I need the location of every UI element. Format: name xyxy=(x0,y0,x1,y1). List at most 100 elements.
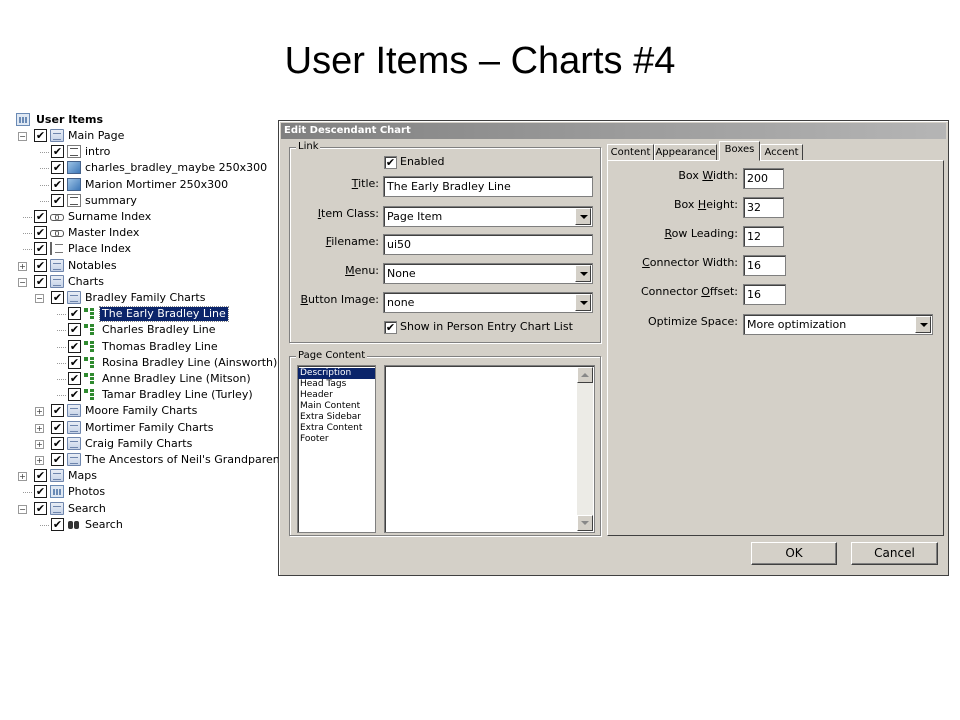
page-content-item[interactable]: Head Tags xyxy=(298,379,375,390)
tree-item-label[interactable]: Mortimer Family Charts xyxy=(83,421,215,435)
tree-item-label[interactable]: Craig Family Charts xyxy=(83,437,194,451)
tree-item[interactable]: ✔ Tamar Bradley Line (Turley) xyxy=(14,387,276,403)
tree-item-label[interactable]: Place Index xyxy=(66,242,133,256)
tree-item-label[interactable]: intro xyxy=(83,145,112,159)
tree-item-label[interactable]: The Early Bradley Line xyxy=(99,306,229,323)
tree-item-label[interactable]: Notables xyxy=(66,259,119,273)
tree-item-label[interactable]: Rosina Bradley Line (Ainsworth) xyxy=(100,356,279,370)
tree-item-checkbox[interactable]: ✔ xyxy=(51,453,64,466)
tree-item-checkbox[interactable]: ✔ xyxy=(51,517,64,531)
tab-content[interactable]: Content xyxy=(607,144,654,161)
chevron-down-icon[interactable] xyxy=(575,208,591,225)
collapse-icon[interactable]: − xyxy=(35,294,44,303)
chevron-down-icon[interactable] xyxy=(575,294,591,311)
tree-item-checkbox[interactable]: ✔ xyxy=(68,339,81,353)
tree-item[interactable]: ✔ Master Index xyxy=(14,225,276,241)
chevron-down-icon[interactable] xyxy=(915,316,931,333)
tree-item-checkbox[interactable]: ✔ xyxy=(34,226,47,240)
tree-item[interactable]: ✔ Place Index xyxy=(14,241,276,257)
show-in-list-checkbox[interactable]: ✔ xyxy=(384,321,397,334)
row-leading-field[interactable]: 12 xyxy=(743,226,784,247)
scroll-down-icon[interactable] xyxy=(577,515,593,531)
tree-item-label[interactable]: Charles Bradley Line xyxy=(100,323,218,337)
tree-item-label[interactable]: Thomas Bradley Line xyxy=(100,340,220,354)
ok-button[interactable]: OK xyxy=(751,542,837,565)
tree-item-label[interactable]: Search xyxy=(83,518,125,532)
tree-item-checkbox[interactable]: ✔ xyxy=(68,388,81,402)
item-class-select[interactable]: Page Item xyxy=(383,206,593,227)
tree-item-checkbox[interactable]: ✔ xyxy=(68,355,81,369)
tree-item[interactable]: ✔ Charles Bradley Line xyxy=(14,322,276,338)
tree-item-checkbox[interactable]: ✔ xyxy=(51,193,64,207)
tree-item[interactable]: ✔ Surname Index xyxy=(14,209,276,225)
tree-item-checkbox[interactable]: ✔ xyxy=(51,420,64,434)
tree-item[interactable]: ✔ Anne Bradley Line (Mitson) xyxy=(14,371,276,387)
tree-item-checkbox[interactable]: ✔ xyxy=(34,485,47,499)
tree-item-label[interactable]: Photos xyxy=(66,485,107,499)
page-content-item[interactable]: Footer xyxy=(298,434,375,445)
collapse-icon[interactable]: − xyxy=(18,277,27,287)
button-image-select[interactable]: none xyxy=(383,292,593,313)
page-content-item[interactable]: Extra Content xyxy=(298,423,375,434)
enabled-checkbox[interactable]: ✔ xyxy=(384,156,397,169)
expand-icon[interactable]: + xyxy=(35,456,44,465)
tree-item-checkbox[interactable]: ✔ xyxy=(51,177,64,191)
tree-item-checkbox[interactable]: ✔ xyxy=(68,323,81,337)
tree-item[interactable]: ✔ The Early Bradley Line xyxy=(14,306,276,323)
tree-item[interactable]: ✔ Photos xyxy=(14,484,276,500)
tree-item-checkbox[interactable]: ✔ xyxy=(34,469,47,483)
tree-item-checkbox[interactable]: ✔ xyxy=(34,129,47,142)
expand-icon[interactable]: + xyxy=(35,407,44,417)
connector-width-field[interactable]: 16 xyxy=(743,255,786,276)
tree-item-checkbox[interactable]: ✔ xyxy=(34,242,47,256)
title-field[interactable]: The Early Bradley Line xyxy=(383,176,593,197)
tree-item[interactable]: + ✔ Mortimer Family Charts xyxy=(14,420,276,436)
tree-item-checkbox[interactable]: ✔ xyxy=(51,145,64,159)
page-content-list[interactable]: Description Head Tags Header Main Content Ex… xyxy=(297,365,376,533)
tree-item[interactable]: − ✔ Charts xyxy=(14,274,276,290)
tree-item-label[interactable]: Bradley Family Charts xyxy=(83,291,207,305)
editor-scrollbar[interactable] xyxy=(577,367,593,531)
tree-item-label[interactable]: Master Index xyxy=(66,226,141,240)
expand-icon[interactable]: + xyxy=(35,439,44,449)
tree-item-label[interactable]: Maps xyxy=(66,469,99,483)
cancel-button[interactable]: Cancel xyxy=(851,542,938,565)
tree-item[interactable]: − ✔ Main Page xyxy=(14,128,276,144)
collapse-icon[interactable]: − xyxy=(18,504,27,514)
scroll-up-icon[interactable] xyxy=(577,367,593,383)
tree-item-checkbox[interactable]: ✔ xyxy=(34,274,47,288)
tree-item[interactable]: ✔ summary xyxy=(14,193,276,209)
tree-item[interactable]: ✔ Marion Mortimer 250x300 xyxy=(14,177,276,193)
tree-item[interactable]: ✔ charles_bradley_maybe 250x300 xyxy=(14,160,276,176)
tree-item-checkbox[interactable]: ✔ xyxy=(34,501,47,515)
tree-item[interactable]: + ✔ The Ancestors of Neil's Grandparents xyxy=(14,452,290,468)
tree-item-checkbox[interactable]: ✔ xyxy=(51,161,64,175)
menu-select[interactable]: None xyxy=(383,263,593,284)
chevron-down-icon[interactable] xyxy=(575,265,591,282)
tree-item[interactable]: ✔ Rosina Bradley Line (Ainsworth) xyxy=(14,355,279,371)
box-height-field[interactable]: 32 xyxy=(743,197,784,218)
tree-item[interactable]: − ✔ Search xyxy=(14,501,276,517)
tree-item-label[interactable]: Moore Family Charts xyxy=(83,404,199,418)
tree-item-label[interactable]: The Ancestors of Neil's Grandparents xyxy=(83,453,292,467)
optimize-space-select[interactable]: More optimization xyxy=(743,314,933,335)
tree-item[interactable]: ✔ Thomas Bradley Line xyxy=(14,339,276,355)
tree-item-label[interactable]: Marion Mortimer 250x300 xyxy=(83,178,230,192)
page-content-item[interactable]: Header xyxy=(298,390,375,401)
tree-item-label[interactable]: summary xyxy=(83,194,139,208)
page-content-item[interactable]: Main Content xyxy=(298,401,375,412)
tab-accent[interactable]: Accent xyxy=(760,144,803,161)
tree-item[interactable]: − ✔ Bradley Family Charts xyxy=(14,290,276,306)
expand-icon[interactable]: + xyxy=(18,472,27,482)
tree-item-checkbox[interactable]: ✔ xyxy=(51,436,64,450)
tree-item[interactable]: ✔ intro xyxy=(14,144,276,160)
tree-item-label[interactable]: Search xyxy=(66,502,108,516)
box-width-field[interactable]: 200 xyxy=(743,168,784,189)
tree-item[interactable]: ✔ Search xyxy=(14,517,276,533)
tree-item-label[interactable]: Main Page xyxy=(66,129,126,143)
page-content-item[interactable]: Description xyxy=(298,368,375,379)
tree-item-label[interactable]: charles_bradley_maybe 250x300 xyxy=(83,161,269,175)
tree-item[interactable]: + ✔ Craig Family Charts xyxy=(14,436,276,452)
tree-item[interactable]: + ✔ Maps xyxy=(14,468,276,484)
tree-item-label[interactable]: Surname Index xyxy=(66,210,153,224)
